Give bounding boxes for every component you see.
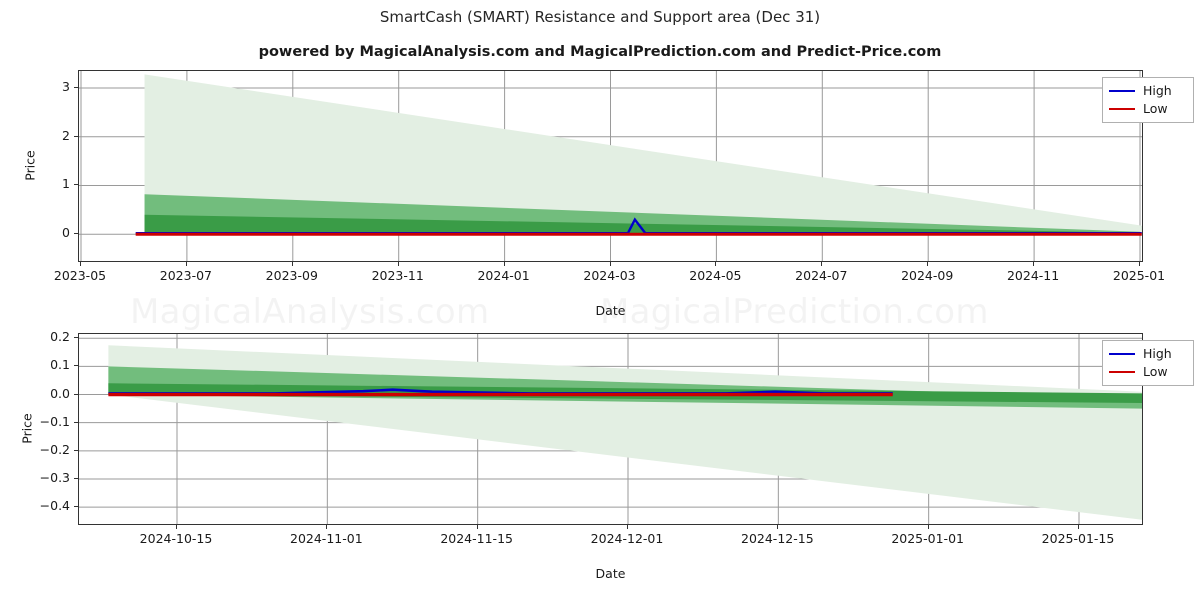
x-tick-label: 2025-01 xyxy=(1112,268,1166,283)
y-tickmark xyxy=(74,184,78,186)
x-tick-label: 2024-10-15 xyxy=(139,531,213,546)
x-tickmark xyxy=(777,525,779,529)
x-tickmark xyxy=(80,262,81,266)
y-tick-label: −0.3 xyxy=(39,469,70,485)
x-tick-label: 2024-12-01 xyxy=(590,531,664,546)
x-tick-label: 2025-01-01 xyxy=(891,531,964,546)
lower-x-axis-label: Date xyxy=(595,566,626,581)
page-subtitle: powered by MagicalAnalysis.com and Magic… xyxy=(258,44,942,60)
y-tick-label: −0.4 xyxy=(39,498,70,514)
y-tickmark xyxy=(74,477,78,479)
x-tickmark xyxy=(927,262,929,266)
x-tick-label: 2025-01-15 xyxy=(1041,531,1115,546)
x-tickmark xyxy=(503,262,505,266)
x-tickmark xyxy=(821,262,823,266)
y-tick-label: 0 xyxy=(62,225,70,241)
x-tick-label: 2024-03 xyxy=(583,268,636,283)
y-tickmark xyxy=(74,337,78,339)
x-tick-label: 2024-09 xyxy=(901,268,954,283)
x-tickmark xyxy=(176,525,177,529)
y-tick-label: 0.2 xyxy=(50,329,70,345)
upper-plot-svg xyxy=(79,71,1142,261)
x-tick-label: 2023-05 xyxy=(53,268,107,283)
x-tickmark xyxy=(476,525,478,529)
legend-swatch-low xyxy=(1109,371,1135,373)
x-tickmark xyxy=(715,262,717,266)
y-tickmark xyxy=(74,449,78,451)
upper-plot-area xyxy=(78,70,1143,262)
legend-item-high: High xyxy=(1109,82,1185,100)
upper-legend: High Low xyxy=(1102,77,1194,123)
x-tick-label: 2024-12-15 xyxy=(741,531,814,546)
x-tick-label: 2023-07 xyxy=(159,268,212,283)
y-tick-label: −0.2 xyxy=(39,441,70,457)
y-tick-label: 0.0 xyxy=(50,385,70,401)
y-tickmark xyxy=(74,421,78,423)
y-tick-label: −0.1 xyxy=(39,413,70,429)
x-tickmark xyxy=(326,525,328,529)
x-tick-label: 2024-11 xyxy=(1006,268,1060,283)
x-tickmark xyxy=(1139,262,1140,266)
legend-label-high: High xyxy=(1143,83,1172,98)
x-tickmark xyxy=(1033,262,1035,266)
x-tick-label: 2023-09 xyxy=(265,268,318,283)
y-tickmark xyxy=(74,365,78,367)
legend-swatch-low xyxy=(1109,108,1135,110)
legend-label-low: Low xyxy=(1143,101,1168,116)
x-tick-label: 2024-01 xyxy=(477,268,530,283)
x-tickmark xyxy=(291,262,293,266)
x-tick-label: 2023-11 xyxy=(371,268,424,283)
x-tick-label: 2024-11-15 xyxy=(440,531,513,546)
y-tick-label: 2 xyxy=(62,127,70,143)
x-tickmark xyxy=(397,262,399,266)
x-tick-label: 2024-07 xyxy=(795,268,848,283)
page-title: SmartCash (SMART) Resistance and Support… xyxy=(379,8,821,26)
x-tick-label: 2024-11-01 xyxy=(290,531,363,546)
y-tick-label: 0.1 xyxy=(50,357,70,373)
y-tickmark xyxy=(74,135,78,137)
legend-label-high: High xyxy=(1143,346,1172,361)
legend-item-low: Low xyxy=(1109,363,1185,381)
y-tickmark xyxy=(74,506,78,508)
y-tickmark xyxy=(74,87,78,89)
x-tickmark xyxy=(609,262,611,266)
x-tick-label: 2024-05 xyxy=(689,268,742,283)
lower-legend: High Low xyxy=(1102,340,1194,386)
chart-page: SmartCash (SMART) Resistance and Support… xyxy=(0,0,1200,600)
legend-item-low: Low xyxy=(1109,100,1185,118)
lower-plot-area xyxy=(78,333,1143,525)
x-tickmark xyxy=(627,525,628,529)
x-tickmark xyxy=(1078,525,1079,529)
legend-swatch-high xyxy=(1109,353,1135,355)
legend-swatch-high xyxy=(1109,90,1135,92)
y-tick-label: 3 xyxy=(62,79,70,95)
y-tick-label: 1 xyxy=(62,176,70,192)
legend-label-low: Low xyxy=(1143,364,1168,379)
y-tickmark xyxy=(74,393,78,395)
x-tickmark xyxy=(185,262,187,266)
x-tickmark xyxy=(927,525,929,529)
y-tickmark xyxy=(74,233,78,235)
upper-x-axis-label: Date xyxy=(595,303,626,318)
legend-item-high: High xyxy=(1109,345,1185,363)
lower-plot-svg xyxy=(79,334,1142,524)
